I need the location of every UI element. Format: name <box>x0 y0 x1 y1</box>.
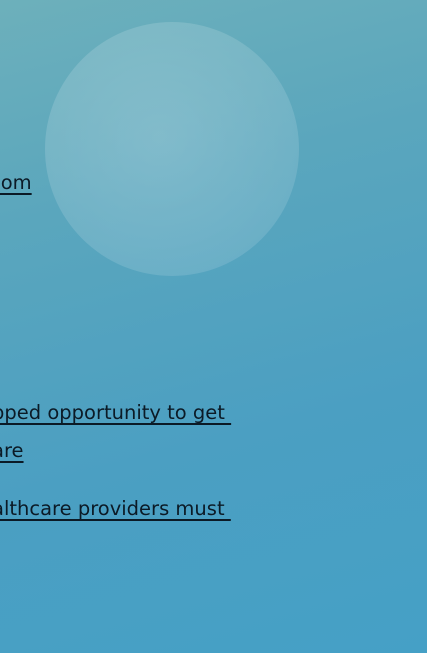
article-link-line-1[interactable]: pped opportunity to get <box>0 401 231 425</box>
article-link-line-2[interactable]: are <box>0 439 24 463</box>
email-link[interactable]: com <box>0 171 32 195</box>
article-link-2[interactable]: althcare providers must <box>0 497 231 521</box>
decorative-circle <box>45 22 299 276</box>
